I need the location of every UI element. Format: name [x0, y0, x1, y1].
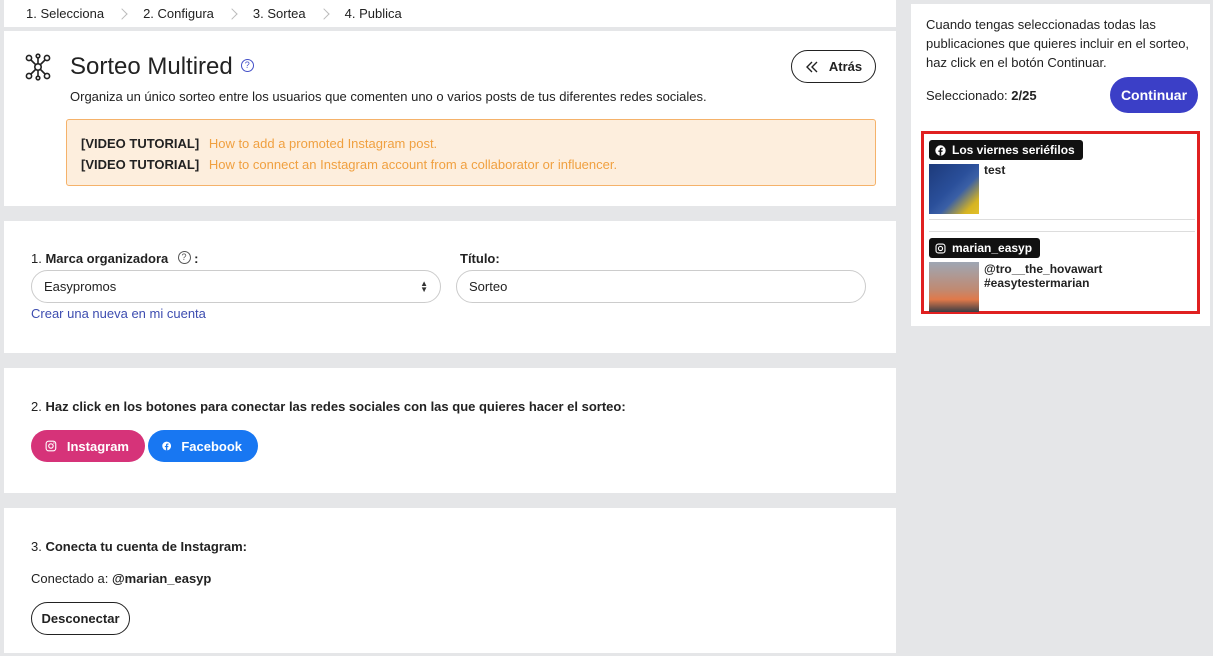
selected-posts-list: Los viernes seriéfilos test marian_easyp…: [921, 131, 1200, 314]
account-tag: marian_easyp: [929, 238, 1041, 258]
chevron-right-icon: [226, 7, 238, 20]
back-button[interactable]: Atrás: [791, 50, 876, 83]
connect-card: 3. Conecta tu cuenta de Instagram: Conec…: [4, 508, 896, 653]
network-hub-icon: [25, 53, 51, 81]
tutorial-link-promoted-post[interactable]: How to add a promoted Instagram post.: [209, 136, 437, 151]
help-icon[interactable]: ?: [177, 251, 191, 265]
post-thumbnail: [929, 262, 979, 312]
selected-count: Seleccionado: 2/25: [926, 88, 1037, 103]
brand-label: 1. Marca organizadora ? :: [31, 251, 199, 266]
facebook-icon: [935, 144, 946, 156]
facebook-icon: [162, 441, 172, 451]
list-item[interactable]: Los viernes seriéfilos test: [929, 140, 1195, 220]
page-title: Sorteo Multired?: [70, 53, 254, 81]
brand-title-card: 1. Marca organizadora ? : Título: Easypr…: [4, 221, 896, 353]
tutorial-notice: [VIDEO TUTORIAL] How to add a promoted I…: [66, 119, 876, 186]
post-thumbnail: [929, 164, 979, 214]
disconnect-button[interactable]: Desconectar: [31, 602, 130, 635]
instagram-button[interactable]: Instagram: [31, 430, 145, 462]
header-card: Sorteo Multired? Organiza un único sorte…: [4, 31, 896, 206]
tutorial-row: [VIDEO TUTORIAL] How to add a promoted I…: [81, 136, 438, 151]
tutorial-link-collaborator[interactable]: How to connect an Instagram account from…: [209, 157, 617, 172]
chevron-right-icon: [116, 7, 128, 20]
chevron-right-icon: [317, 7, 330, 20]
tutorial-row: [VIDEO TUTORIAL] How to connect an Insta…: [81, 157, 618, 172]
title-label: Título:: [460, 251, 500, 266]
instagram-icon: [45, 440, 57, 452]
panel-instructions: Cuando tengas seleccionadas todas las pu…: [926, 17, 1190, 70]
step-draw[interactable]: 3. Sortea: [253, 6, 306, 21]
create-brand-link[interactable]: Crear una nueva en mi cuenta: [31, 306, 206, 321]
post-text: @tro__the_hovawart #easytestermarian: [984, 262, 1103, 290]
page-subtitle: Organiza un único sorteo entre los usuar…: [70, 89, 707, 104]
networks-card: 2. Haz click en los botones para conecta…: [4, 368, 896, 493]
help-icon[interactable]: ?: [240, 59, 254, 73]
connect-label: 3. Conecta tu cuenta de Instagram:: [31, 539, 248, 554]
account-tag: Los viernes seriéfilos: [929, 140, 1083, 160]
step-configure[interactable]: 2. Configura: [143, 6, 214, 21]
facebook-button[interactable]: Facebook: [148, 430, 258, 462]
double-chevron-left-icon: [805, 61, 818, 72]
networks-label: 2. Haz click en los botones para conecta…: [31, 399, 626, 414]
connected-account: Conectado a: @marian_easyp: [31, 571, 212, 586]
selection-panel: Cuando tengas seleccionadas todas las pu…: [911, 4, 1210, 326]
list-item[interactable]: marian_easyp @tro__the_hovawart #easytest…: [929, 231, 1195, 312]
step-select[interactable]: 1. Selecciona: [26, 6, 104, 21]
instagram-icon: [935, 242, 946, 254]
stepper: 1. Selecciona 2. Configura 3. Sortea 4. …: [4, 0, 896, 27]
title-input[interactable]: [456, 270, 866, 303]
step-publish[interactable]: 4. Publica: [345, 6, 402, 21]
post-text: test: [984, 163, 1006, 177]
brand-select[interactable]: Easypromos ▲ ▼: [31, 270, 441, 303]
continue-button[interactable]: Continuar: [1110, 77, 1198, 113]
select-arrows-icon: ▲ ▼: [420, 278, 428, 294]
